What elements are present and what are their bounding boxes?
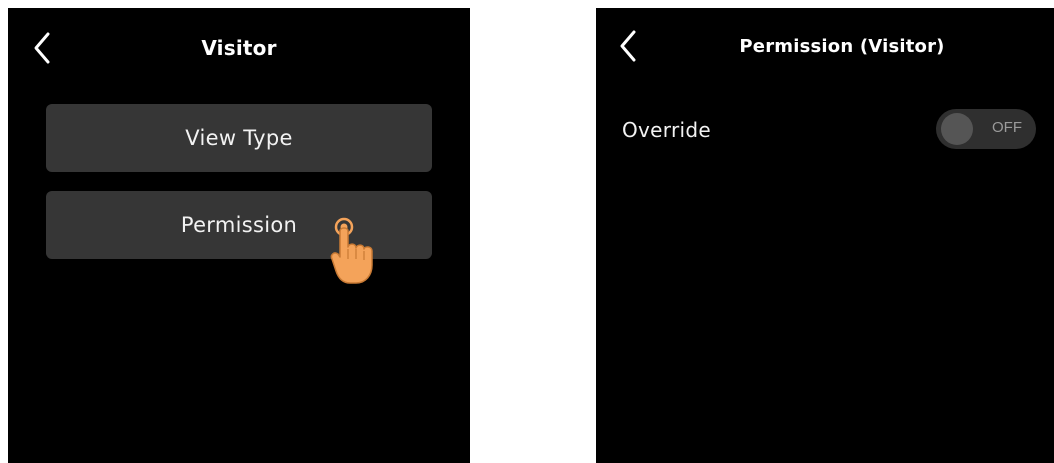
override-label: Override [622, 118, 711, 142]
permission-label: Permission [180, 213, 298, 237]
visitor-screen: Visitor View Type Permission [8, 8, 470, 463]
view-type-button[interactable]: View Type [46, 104, 432, 172]
override-toggle[interactable]: OFF [936, 109, 1036, 149]
page-title: Permission (Visitor) [739, 36, 945, 57]
toggle-state-text: OFF [992, 119, 1022, 136]
tap-hand-icon [330, 217, 373, 284]
view-type-label: View Type [185, 126, 293, 150]
chevron-left-icon[interactable] [614, 26, 644, 66]
toggle-knob [941, 113, 973, 145]
chevron-left-icon[interactable] [28, 28, 58, 68]
page-title: Visitor [201, 36, 277, 60]
permission-visitor-screen: Permission (Visitor) Override OFF [596, 8, 1054, 463]
